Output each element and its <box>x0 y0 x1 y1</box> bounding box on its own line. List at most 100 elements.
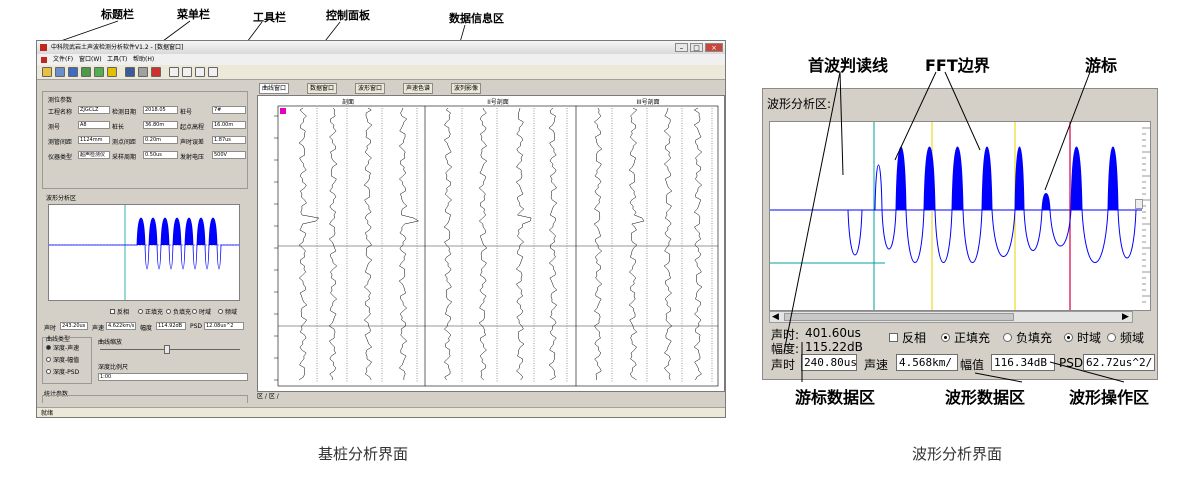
depth-curve <box>663 107 673 381</box>
curve-option-radio[interactable] <box>46 357 51 362</box>
scale-track[interactable] <box>100 349 240 350</box>
depth-curve <box>478 107 488 381</box>
param-label: 工程名称 <box>48 109 73 116</box>
param-value: ZJGCLZ <box>78 106 110 114</box>
print-icon[interactable] <box>138 67 148 77</box>
ratio-label: 深度比例尺 <box>98 364 129 371</box>
mini-option-label: 正填充 <box>145 309 164 316</box>
mini-wave-peak <box>149 218 157 245</box>
param-label: 桩长 <box>112 124 125 131</box>
ratio-select[interactable]: 1:00 <box>98 373 248 381</box>
caption-right: 波形分析界面 <box>912 445 1003 463</box>
import-icon[interactable] <box>55 67 65 77</box>
scale-label: 曲线缩放 <box>98 339 123 346</box>
depth-curve <box>398 107 420 380</box>
export-icon[interactable] <box>182 67 192 77</box>
mini-wave-peak <box>197 218 205 245</box>
mini-option-control[interactable] <box>218 309 223 314</box>
mini-readout-label: 幅度 <box>140 325 153 332</box>
menu-help[interactable]: 帮助(H) <box>133 54 154 65</box>
tab-3[interactable]: 声速色谱 <box>403 83 434 94</box>
param-value: 超声检测仪 <box>78 151 110 159</box>
caption-left: 基桩分析界面 <box>318 445 409 463</box>
menu-file[interactable]: 文件(F) <box>53 54 73 65</box>
param-value: 36.80m <box>143 121 178 129</box>
mini-readout-label: 声速 <box>92 325 105 332</box>
mini-wave-peak <box>173 218 181 245</box>
depth-curve <box>593 107 603 381</box>
param-value: A8 <box>78 121 110 129</box>
lamp-icon[interactable] <box>107 67 117 77</box>
mini-readout-value: 4.622km/s <box>106 322 136 330</box>
param-value: 2018.05 <box>143 106 178 114</box>
calc-icon[interactable] <box>94 67 104 77</box>
open-icon[interactable] <box>42 67 52 77</box>
section-label: III号剖面 <box>636 98 659 106</box>
tab-0[interactable]: 曲线窗口 <box>259 83 290 94</box>
tab-4[interactable]: 波列影像 <box>451 83 482 94</box>
close-button[interactable]: × <box>705 43 723 52</box>
window-title: 中科院武岩土声波检测分析软件V1.2 - [数据窗口] <box>51 44 184 51</box>
section-label: 剖面 <box>342 98 354 106</box>
param-label: 仪器类型 <box>48 154 73 161</box>
mini-option-control[interactable] <box>110 309 115 314</box>
minimize-button[interactable]: – <box>675 43 688 52</box>
depth-curves-plot: 剖面 II号剖面 III号剖面 <box>274 98 719 387</box>
label-cursor-data-area: 游标数据区 <box>795 388 876 407</box>
menu-tools[interactable]: 工具(T) <box>107 54 127 65</box>
toolbar <box>37 65 725 80</box>
depth-curve <box>298 107 320 381</box>
depth-curve <box>628 107 645 381</box>
section-label: II号剖面 <box>487 98 509 106</box>
menu-window[interactable]: 窗口(W) <box>79 54 102 65</box>
table-icon[interactable] <box>68 67 78 77</box>
save-icon[interactable] <box>125 67 135 77</box>
mini-readout-value: 114.92dB <box>156 322 186 330</box>
param-label: 检测日期 <box>112 109 137 116</box>
mini-readout-label: 声时 <box>44 325 57 332</box>
param-label: 声时误差 <box>180 139 205 146</box>
param-value: 500V <box>212 151 246 159</box>
mini-option-label: 反相 <box>117 309 130 316</box>
title-bar: 中科院武岩土声波检测分析软件V1.2 - [数据窗口] – □ × <box>37 41 725 54</box>
mini-option-label: 时域 <box>199 309 212 316</box>
tab-2[interactable]: 波形窗口 <box>355 83 386 94</box>
param-label: 采样周期 <box>112 154 137 161</box>
sheet-tabs[interactable]: 区 / 区 / <box>257 392 357 402</box>
label-wave-operation-area: 波形操作区 <box>1069 388 1150 407</box>
param-label: 测点间距 <box>112 139 137 146</box>
data-info-area: 剖面 II号剖面 III号剖面 <box>257 95 725 392</box>
menu-bar: 文件(F) 窗口(W) 工具(T) 帮助(H) <box>37 54 725 65</box>
mini-wave-peak <box>209 218 217 245</box>
scale-thumb[interactable] <box>164 345 170 354</box>
maximize-button[interactable]: □ <box>690 43 703 52</box>
mini-wave-peak <box>161 218 169 245</box>
stats-group <box>42 395 248 403</box>
mini-option-control[interactable] <box>166 309 171 314</box>
mini-readout-label: PSD <box>190 323 203 330</box>
depth-curve <box>363 107 373 381</box>
mini-option-control[interactable] <box>192 309 197 314</box>
label-wave-data-area: 波形数据区 <box>945 388 1026 407</box>
depth-curve <box>548 107 558 381</box>
curve-option-radio[interactable] <box>46 345 51 350</box>
mini-option-control[interactable] <box>138 309 143 314</box>
param-label: 测号 <box>48 124 61 131</box>
curve-option-radio[interactable] <box>46 369 51 374</box>
curve-option-label: 深度-PSD <box>53 369 80 376</box>
mini-wave-panel <box>48 204 240 301</box>
status-bar: 就绪 <box>37 407 725 417</box>
settings-icon[interactable] <box>151 67 161 77</box>
data-tabs: 曲线窗口 数据窗口 波形窗口 声速色谱 波列影像 <box>257 83 723 95</box>
param-value: 0.20m <box>143 136 178 144</box>
report-icon[interactable] <box>195 67 205 77</box>
zoom-icon[interactable] <box>169 67 179 77</box>
chart-icon[interactable] <box>81 67 91 77</box>
exit-icon[interactable] <box>208 67 218 77</box>
tab-1[interactable]: 数据窗口 <box>307 83 338 94</box>
app-icon <box>40 44 47 51</box>
param-value: 1124mm <box>78 136 110 144</box>
menu-app-icon <box>41 57 47 63</box>
control-panel: 测位参数 波形分析区 曲线类型 曲线缩放 深度比例尺 1:00 统计参数 工程名… <box>40 83 252 403</box>
mini-readout-value: 12.08us^2 <box>204 322 244 330</box>
